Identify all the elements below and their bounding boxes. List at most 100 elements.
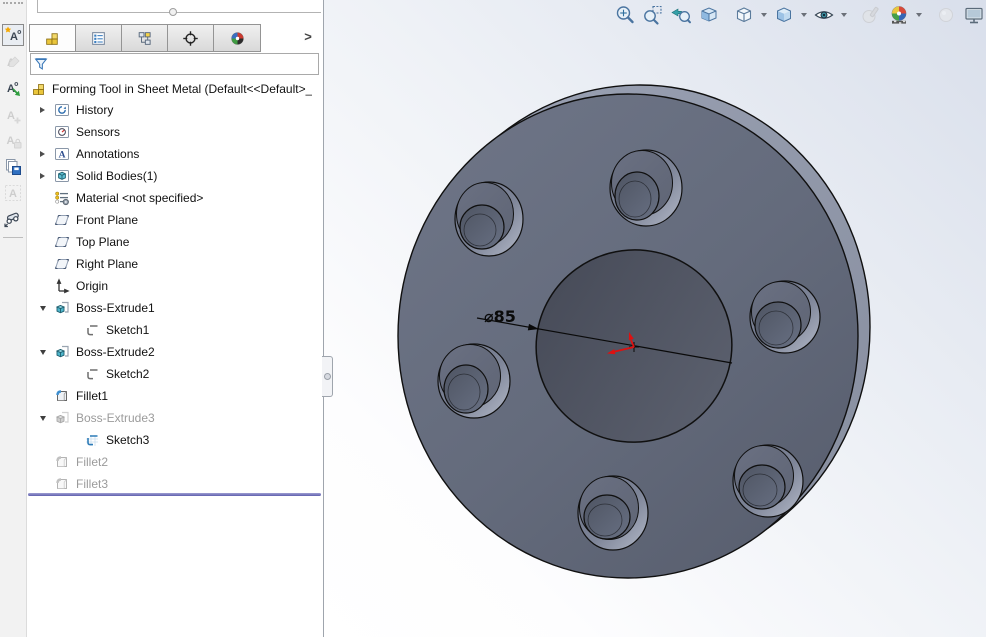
display-style-button[interactable]	[771, 3, 796, 27]
filter-input[interactable]	[51, 55, 318, 73]
screen-button[interactable]	[961, 3, 986, 27]
fillet-icon	[54, 476, 70, 492]
view-orientation-icon	[733, 4, 755, 26]
note-lock-button[interactable]	[2, 130, 24, 152]
spacer	[31, 231, 54, 253]
derive-icon	[3, 208, 23, 228]
tree-item-front-plane[interactable]: Front Plane	[27, 209, 323, 231]
view-orientation-button[interactable]	[731, 3, 756, 27]
tree-item-boss-extrude3[interactable]: Boss-Extrude3	[27, 407, 323, 429]
tree-item-label: Front Plane	[76, 213, 138, 227]
spacer	[31, 253, 54, 275]
boss-extrude-icon	[54, 344, 70, 360]
flange-model[interactable]: ⌀85	[324, 0, 986, 637]
tree-item-label: Sketch2	[106, 367, 149, 381]
note-frame-button[interactable]	[2, 182, 24, 204]
previous-view-icon	[670, 4, 692, 26]
note-frame-icon	[3, 183, 23, 203]
dimension-text[interactable]: ⌀85	[484, 307, 516, 326]
edit-appearance-button[interactable]	[858, 3, 883, 27]
boss	[438, 344, 510, 418]
tab-propertymanager[interactable]	[76, 25, 122, 51]
note-add-icon	[3, 106, 23, 126]
tree-item-boss-extrude1[interactable]: Boss-Extrude1	[27, 297, 323, 319]
expand-icon[interactable]	[31, 143, 54, 165]
tab-dimxpertmanager[interactable]	[168, 25, 214, 51]
tree-item-material[interactable]: Material <not specified>	[27, 187, 323, 209]
boss	[578, 476, 648, 550]
note-add-button[interactable]	[2, 105, 24, 127]
save-bodies-button[interactable]	[2, 156, 24, 178]
tree-item-sketch3[interactable]: Sketch3	[27, 429, 323, 451]
tree-item-fillet1[interactable]: Fillet1	[27, 385, 323, 407]
zoom-to-fit-button[interactable]	[612, 3, 637, 27]
manager-tab-bar	[29, 24, 261, 52]
derive-button[interactable]	[2, 207, 24, 229]
tree-item-label: Solid Bodies(1)	[76, 169, 157, 183]
sensors-icon	[54, 124, 70, 140]
view-settings-icon	[935, 4, 957, 26]
tree-item-sketch2[interactable]: Sketch2	[27, 363, 323, 385]
graphics-viewport[interactable]: ⌀85	[323, 0, 986, 637]
tree-item-sketch1[interactable]: Sketch1	[27, 319, 323, 341]
tree-item-fillet3[interactable]: Fillet3	[27, 473, 323, 495]
fillet-icon	[54, 454, 70, 470]
solidworks-window: > Forming Tool in Sheet Metal (Default<<…	[0, 0, 986, 637]
view-settings-button[interactable]	[933, 3, 958, 27]
display-style-dropdown[interactable]	[799, 3, 808, 27]
boss	[733, 445, 803, 517]
tree-item-history[interactable]: History	[27, 99, 323, 121]
tree-item-annotations[interactable]: Annotations	[27, 143, 323, 165]
tree-item-top-plane[interactable]: Top Plane	[27, 231, 323, 253]
section-view-button[interactable]	[696, 3, 721, 27]
panel-collapse-grip[interactable]	[169, 8, 177, 16]
tree-filter	[30, 53, 319, 75]
note-edit-button[interactable]	[2, 51, 24, 73]
filter-icon	[33, 56, 49, 72]
plane-icon	[54, 212, 70, 228]
zoom-to-area-button[interactable]	[640, 3, 665, 27]
apply-scene-dropdown[interactable]	[914, 3, 923, 27]
part-icon	[31, 81, 47, 97]
tab-displaymanager[interactable]	[214, 25, 260, 51]
zoom-to-area-icon	[642, 4, 664, 26]
tree-item-solid-bodies[interactable]: Solid Bodies(1)	[27, 165, 323, 187]
tree-root-item[interactable]: Forming Tool in Sheet Metal (Default<<De…	[27, 78, 323, 99]
tree-item-label: Fillet3	[76, 477, 108, 491]
toolbar-grip[interactable]	[3, 2, 23, 4]
tree-item-label: Fillet2	[76, 455, 108, 469]
propertymanager-icon	[90, 30, 107, 47]
spacer	[31, 275, 54, 297]
rollback-bar[interactable]	[28, 493, 321, 496]
expand-icon[interactable]	[31, 165, 54, 187]
tree-item-label: History	[76, 103, 113, 117]
tree-item-sensors[interactable]: Sensors	[27, 121, 323, 143]
headsup-toolbar	[612, 3, 986, 27]
tree-item-right-plane[interactable]: Right Plane	[27, 253, 323, 275]
note-star-button[interactable]	[2, 24, 24, 46]
expand-icon[interactable]	[31, 99, 54, 121]
spacer	[31, 209, 54, 231]
collapse-icon[interactable]	[31, 297, 54, 319]
previous-view-button[interactable]	[668, 3, 693, 27]
collapse-icon[interactable]	[31, 407, 54, 429]
panel-splitter-tab[interactable]	[322, 356, 333, 397]
tree-item-boss-extrude2[interactable]: Boss-Extrude2	[27, 341, 323, 363]
tree-item-label: Sketch1	[106, 323, 149, 337]
fillet-icon	[54, 388, 70, 404]
tree-item-fillet2[interactable]: Fillet2	[27, 451, 323, 473]
view-orientation-dropdown[interactable]	[759, 3, 768, 27]
note-edit-icon	[3, 52, 23, 72]
collapse-icon[interactable]	[31, 341, 54, 363]
tab-featuremanager[interactable]	[30, 25, 76, 51]
hide-show-items-button[interactable]	[811, 3, 836, 27]
hide-show-items-dropdown[interactable]	[839, 3, 848, 27]
plane-icon	[54, 256, 70, 272]
tree-item-label: Boss-Extrude1	[76, 301, 155, 315]
note-export-button[interactable]	[2, 78, 24, 100]
apply-scene-button[interactable]	[886, 3, 911, 27]
tab-configurationmanager[interactable]	[122, 25, 168, 51]
tab-overflow-chevron[interactable]: >	[299, 28, 317, 46]
tree-item-origin[interactable]: Origin	[27, 275, 323, 297]
hide-show-items-icon	[813, 4, 835, 26]
